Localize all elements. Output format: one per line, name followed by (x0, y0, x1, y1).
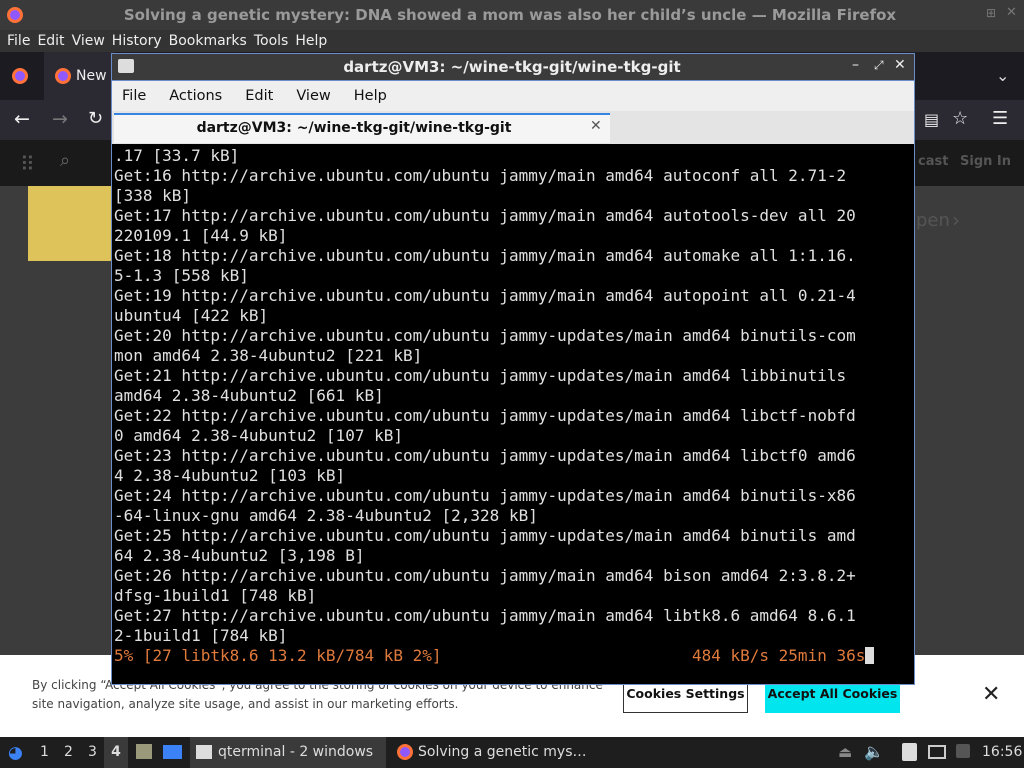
site-sign-in-link[interactable]: Sign In (960, 154, 1011, 169)
terminal-line: 5-1.3 [558 kB] (114, 266, 249, 285)
firefox-view-icon[interactable] (11, 67, 29, 85)
terminal-menubar: File Actions Edit View Help (112, 81, 914, 111)
minimize-icon[interactable]: – (852, 57, 859, 73)
reader-view-icon[interactable]: ▤ (924, 110, 939, 129)
download-speed-text: 484 kB/s 25min 36s (691, 646, 866, 665)
ff-menu-bookmarks[interactable]: Bookmarks (169, 30, 247, 52)
terminal-line: ubuntu4 [422 kB] (114, 306, 269, 325)
terminal-line: Get:18 http://archive.ubuntu.com/ubuntu … (114, 246, 856, 265)
eject-icon[interactable]: ⏏ (838, 743, 852, 761)
terminal-line: Get:23 http://archive.ubuntu.com/ubuntu … (114, 446, 856, 465)
terminal-line: Get:16 http://archive.ubuntu.com/ubuntu … (114, 166, 847, 185)
ff-menu-help[interactable]: Help (295, 30, 327, 52)
terminal-tabbar: dartz@VM3: ~/wine-tkg-git/wine-tkg-git ✕ (112, 111, 914, 144)
ff-menu-edit[interactable]: Edit (37, 30, 64, 52)
terminal-output[interactable]: .17 [33.7 kB] Get:16 http://archive.ubunt… (114, 146, 904, 666)
start-menu-icon[interactable]: ◕ (8, 743, 23, 763)
terminal-line: Get:21 http://archive.ubuntu.com/ubuntu … (114, 366, 847, 385)
terminal-line: 64 2.38-4ubuntu2 [3,198 B] (114, 546, 365, 565)
clipboard-icon[interactable] (902, 743, 917, 761)
tab-label: New (76, 68, 107, 84)
ff-menu-history[interactable]: History (112, 30, 162, 52)
term-menu-actions[interactable]: Actions (169, 81, 222, 111)
bookmark-star-icon[interactable]: ☆ (952, 108, 968, 129)
workspace-1[interactable]: 1 (40, 744, 49, 760)
term-menu-view[interactable]: View (296, 81, 330, 111)
workspace-4-active[interactable]: 4 (104, 737, 128, 768)
terminal-window-title: dartz@VM3: ~/wine-tkg-git/wine-tkg-git (343, 58, 681, 76)
terminal-line: 4 2.38-4ubuntu2 [103 kB] (114, 466, 346, 485)
tab-favicon-icon (55, 68, 71, 84)
ff-menu-tools[interactable]: Tools (254, 30, 289, 52)
terminal-line: Get:26 http://archive.ubuntu.com/ubuntu … (114, 566, 856, 585)
terminal-cursor (865, 647, 875, 664)
taskbar: ◕ 1 2 3 4 qterminal - 2 windows Solving … (0, 737, 1024, 768)
maximize-icon[interactable]: ⤢ (874, 58, 884, 73)
show-desktop-icon[interactable] (163, 745, 182, 759)
article-banner-image (28, 186, 113, 261)
back-arrow-icon[interactable]: ← (14, 108, 30, 130)
page-side-link[interactable]: pen (916, 210, 950, 231)
firefox-window-title: Solving a genetic mystery: DNA showed a … (123, 6, 897, 24)
terminal-status-line: 5% [27 libtk8.6 13.2 kB/784 kB 2%] 484 k… (114, 646, 904, 666)
terminal-line: dfsg-1build1 [748 kB] (114, 586, 317, 605)
terminal-line: .17 [33.7 kB] (114, 146, 240, 165)
terminal-tab-label: dartz@VM3: ~/wine-tkg-git/wine-tkg-git (196, 120, 512, 136)
task-qterminal-label: qterminal - 2 windows (218, 744, 374, 760)
workspace-3[interactable]: 3 (88, 744, 97, 760)
download-progress-text: 5% [27 libtk8.6 13.2 kB/784 kB 2%] (114, 646, 442, 665)
terminal-line: 220109.1 [44.9 kB] (114, 226, 288, 245)
firefox-restore-icon[interactable]: ⊞ (986, 6, 996, 20)
terminal-line: Get:27 http://archive.ubuntu.com/ubuntu … (114, 606, 856, 625)
site-grid-icon[interactable]: ⠿ (20, 152, 35, 176)
terminal-line: 0 amd64 2.38-4ubuntu2 [107 kB] (114, 426, 403, 445)
task-firefox[interactable]: Solving a genetic mys… (390, 737, 590, 768)
chevron-right-icon[interactable]: › (952, 208, 960, 232)
close-icon[interactable]: ✕ (894, 57, 906, 73)
firefox-task-icon (397, 744, 413, 760)
task-qterminal[interactable]: qterminal - 2 windows (190, 737, 386, 768)
terminal-task-icon (196, 745, 212, 759)
firefox-close-icon[interactable]: ✕ (1006, 5, 1017, 20)
site-search-icon[interactable]: ⌕ (60, 150, 70, 171)
terminal-line: 2-1build1 [784 kB] (114, 626, 288, 645)
site-nav-cast[interactable]: cast (918, 154, 948, 169)
firefox-icon (7, 7, 23, 23)
ff-menu-file[interactable]: File (7, 30, 30, 52)
network-icon[interactable] (928, 745, 946, 759)
terminal-titlebar[interactable]: dartz@VM3: ~/wine-tkg-git/wine-tkg-git –… (112, 54, 914, 81)
forward-arrow-icon[interactable]: → (52, 108, 68, 130)
app-menu-icon[interactable]: ☰ (992, 108, 1008, 129)
terminal-line: -64-linux-gnu amd64 2.38-4ubuntu2 [2,328… (114, 506, 538, 525)
terminal-line: Get:17 http://archive.ubuntu.com/ubuntu … (114, 206, 856, 225)
reload-icon[interactable]: ↻ (88, 108, 103, 129)
cookie-close-icon[interactable]: ✕ (982, 682, 1000, 707)
terminal-tab[interactable]: dartz@VM3: ~/wine-tkg-git/wine-tkg-git ✕ (114, 113, 610, 143)
term-menu-file[interactable]: File (122, 81, 146, 111)
file-manager-icon[interactable] (136, 744, 152, 759)
tab-close-icon[interactable]: ✕ (590, 118, 602, 134)
firefox-titlebar: Solving a genetic mystery: DNA showed a … (0, 0, 1024, 30)
terminal-line: Get:25 http://archive.ubuntu.com/ubuntu … (114, 526, 856, 545)
term-menu-help[interactable]: Help (354, 81, 387, 111)
terminal-window: dartz@VM3: ~/wine-tkg-git/wine-tkg-git –… (111, 53, 915, 685)
terminal-line: Get:20 http://archive.ubuntu.com/ubuntu … (114, 326, 856, 345)
terminal-app-icon (118, 59, 134, 73)
terminal-line: Get:19 http://archive.ubuntu.com/ubuntu … (114, 286, 856, 305)
clock[interactable]: 16:56 (982, 744, 1022, 760)
term-menu-edit[interactable]: Edit (245, 81, 273, 111)
firefox-tab[interactable]: New (44, 52, 114, 100)
ff-menu-view[interactable]: View (72, 30, 105, 52)
terminal-line: [338 kB] (114, 186, 192, 205)
firefox-menubar: File Edit View History Bookmarks Tools Help (0, 30, 1024, 52)
task-firefox-label: Solving a genetic mys… (418, 744, 587, 760)
terminal-line: Get:22 http://archive.ubuntu.com/ubuntu … (114, 406, 856, 425)
tab-list-chevron-icon[interactable]: ⌄ (996, 66, 1009, 85)
update-notifier-icon[interactable] (956, 744, 970, 758)
volume-icon[interactable]: 🔈 (864, 742, 884, 761)
terminal-line: amd64 2.38-4ubuntu2 [661 kB] (114, 386, 384, 405)
terminal-line: mon amd64 2.38-4ubuntu2 [221 kB] (114, 346, 423, 365)
terminal-line: Get:24 http://archive.ubuntu.com/ubuntu … (114, 486, 856, 505)
workspace-2[interactable]: 2 (64, 744, 73, 760)
